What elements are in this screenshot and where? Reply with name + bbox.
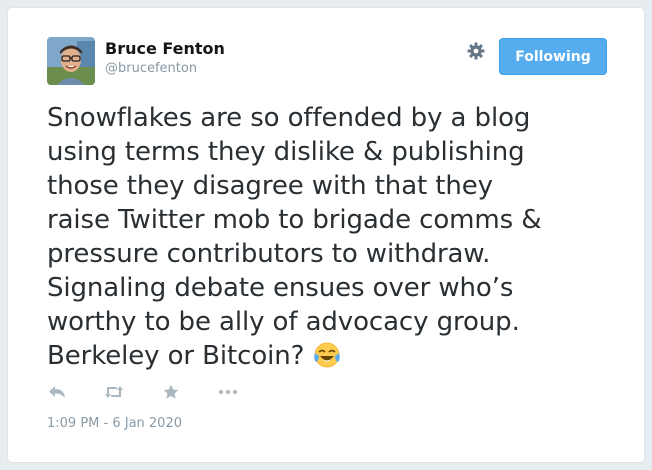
avatar[interactable] <box>47 37 95 85</box>
following-button[interactable]: Following <box>499 38 607 75</box>
tweet-text-body: Snowflakes are so offended by a blog usi… <box>47 103 542 371</box>
tweet-text: Snowflakes are so offended by a blog usi… <box>47 101 627 373</box>
author-name[interactable]: Bruce Fenton <box>105 39 225 58</box>
author-handle[interactable]: @brucefenton <box>105 61 197 76</box>
more-icon[interactable] <box>218 383 238 401</box>
tweet-card: Bruce Fenton @brucefenton Following Snow… <box>7 7 645 463</box>
face-with-tears-of-joy-icon <box>313 341 341 369</box>
tweet-actions <box>47 382 275 402</box>
gear-icon[interactable] <box>466 41 486 61</box>
reply-icon[interactable] <box>47 383 67 401</box>
timestamp[interactable]: 1:09 PM - 6 Jan 2020 <box>47 416 182 431</box>
like-icon[interactable] <box>161 383 181 401</box>
retweet-icon[interactable] <box>104 383 124 401</box>
